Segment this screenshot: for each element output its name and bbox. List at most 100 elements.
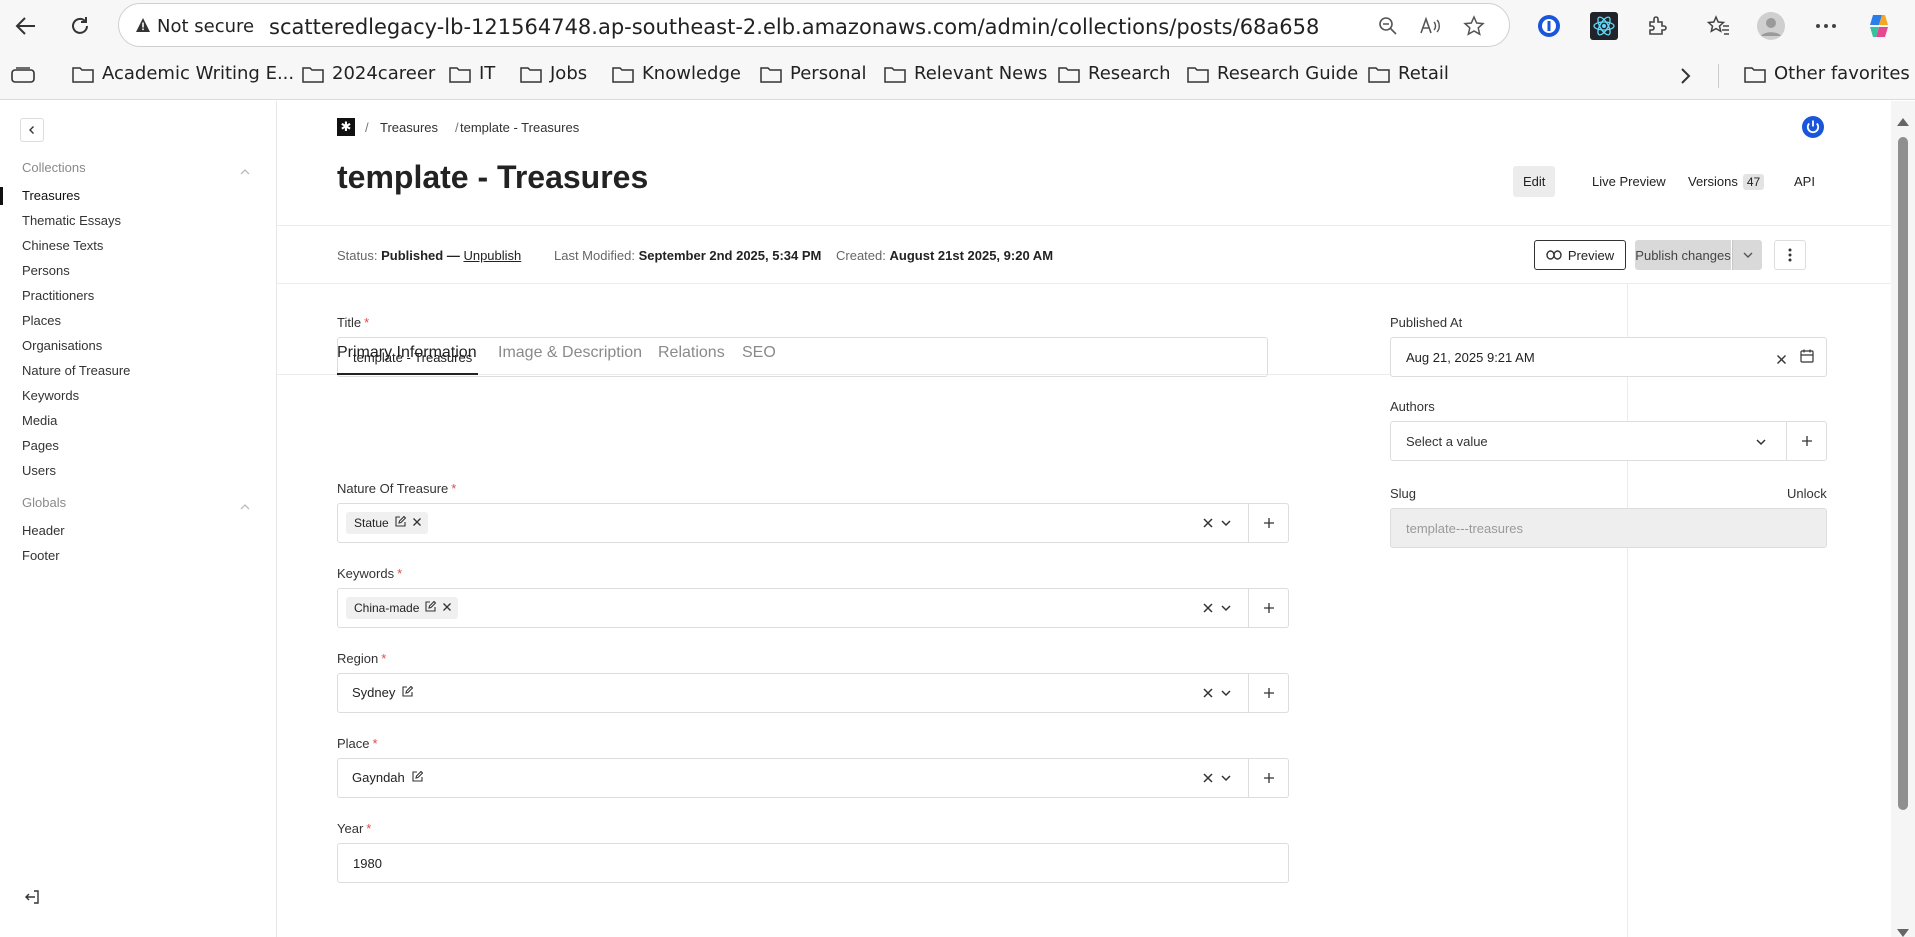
clear-icon[interactable] [1776,352,1787,370]
scroll-up-arrow-icon[interactable] [1897,113,1909,131]
clear-icon[interactable] [1202,686,1214,704]
tab-primary-information[interactable]: Primary Information [337,344,477,362]
sidebar-item-keywords[interactable]: Keywords [22,388,79,403]
extensions-icon[interactable] [1641,9,1675,43]
preview-button[interactable]: Preview [1534,240,1626,270]
breadcrumb-treasures[interactable]: Treasures [380,120,438,135]
favorites-icon[interactable] [1702,9,1736,43]
bookmark-label: Research [1088,63,1171,84]
sidebar-item-media[interactable]: Media [22,413,57,428]
password-manager-icon[interactable] [1532,9,1566,43]
sidebar-item-users[interactable]: Users [22,463,56,478]
year-input[interactable]: 1980 [337,843,1289,883]
sidebar-item-persons[interactable]: Persons [22,263,70,278]
publish-changes-button[interactable]: Publish changes [1635,240,1731,270]
chevron-down-icon[interactable] [1220,686,1232,704]
sidebar-item-chinese-texts[interactable]: Chinese Texts [22,238,103,253]
sidebar-item-thematic-essays[interactable]: Thematic Essays [22,213,121,228]
more-options-icon[interactable] [1809,9,1843,43]
read-aloud-icon[interactable] [1418,14,1442,38]
tab-versions[interactable]: Versions 47 [1678,166,1774,197]
bookmark-folder[interactable]: Academic Writing E... [72,63,294,84]
add-new-button[interactable] [1248,759,1288,797]
published-at-datepicker[interactable]: Aug 21, 2025 9:21 AM [1390,337,1827,377]
profile-avatar-icon[interactable] [1754,9,1788,43]
chevron-down-icon[interactable] [1220,771,1232,789]
nature-of-treasure-select[interactable]: Statue [337,503,1289,543]
sidebar-item-nature-of-treasure[interactable]: Nature of Treasure [22,363,130,378]
collections-icon[interactable] [11,67,35,90]
add-new-button[interactable] [1248,504,1288,542]
remove-icon[interactable] [412,516,422,530]
sidebar-item-practitioners[interactable]: Practitioners [22,288,94,303]
sidebar-item-pages[interactable]: Pages [22,438,59,453]
edit-icon[interactable] [395,515,406,530]
address-bar[interactable]: Not secure scatteredlegacy-lb-121564748.… [118,3,1510,47]
other-favorites-folder[interactable]: Other favorites [1744,63,1910,84]
scrollbar-thumb[interactable] [1898,137,1908,810]
chevron-up-icon[interactable] [240,498,250,516]
chevron-right-icon[interactable] [1680,67,1692,90]
sidebar-item-treasures[interactable]: Treasures [22,188,80,203]
react-devtools-icon[interactable] [1587,9,1621,43]
bookmark-folder[interactable]: 2024career [302,63,435,84]
logout-icon[interactable] [24,889,40,910]
bookmark-folder[interactable]: Retail [1368,63,1449,84]
logo-icon[interactable]: ✱ [337,118,355,136]
add-new-button[interactable] [1248,589,1288,627]
tab-api[interactable]: API [1784,166,1825,197]
favorite-star-icon[interactable] [1462,14,1486,38]
edit-icon[interactable] [402,685,414,700]
tab-seo[interactable]: SEO [742,344,776,362]
tab-image-description[interactable]: Image & Description [498,344,642,362]
slug-input[interactable]: template---treasures [1390,508,1827,548]
place-select[interactable]: Gayndah [337,758,1289,798]
sidebar-item-organisations[interactable]: Organisations [22,338,102,353]
bookmark-folder[interactable]: Research [1058,63,1171,84]
calendar-icon[interactable] [1800,349,1814,368]
authors-select[interactable]: Select a value [1390,421,1827,461]
region-select[interactable]: Sydney [337,673,1289,713]
refresh-icon[interactable] [62,8,98,44]
power-icon[interactable] [1801,115,1825,144]
edit-icon[interactable] [412,770,424,785]
add-author-button[interactable] [1786,422,1826,460]
bookmark-folder[interactable]: Jobs [520,63,587,84]
keywords-select[interactable]: China-made [337,588,1289,628]
tab-edit[interactable]: Edit [1513,166,1556,197]
remove-icon[interactable] [442,601,452,615]
publish-options-dropdown[interactable] [1732,240,1762,270]
slug-unlock-button[interactable]: Unlock [1787,486,1827,501]
tab-live-preview[interactable]: Live Preview [1582,166,1676,197]
scroll-down-arrow-icon[interactable] [1897,924,1909,937]
unpublish-link[interactable]: Unpublish [463,248,521,263]
bookmark-folder[interactable]: Research Guide [1187,63,1358,84]
zoom-icon[interactable] [1376,14,1400,38]
globals-group-label[interactable]: Globals [22,495,66,510]
page-scrollbar[interactable] [1891,101,1915,937]
url-text[interactable]: scatteredlegacy-lb-121564748.ap-southeas… [269,15,1319,39]
edit-icon[interactable] [425,600,437,615]
clear-icon[interactable] [1202,771,1214,789]
bookmark-folder[interactable]: IT [449,63,495,84]
more-actions-button[interactable] [1774,240,1806,270]
chevron-down-icon[interactable] [1220,516,1232,534]
copilot-icon[interactable] [1862,9,1896,43]
collapse-sidebar-button[interactable] [20,118,44,142]
clear-icon[interactable] [1202,516,1214,534]
bookmark-folder[interactable]: Relevant News [884,63,1047,84]
bookmark-folder[interactable]: Knowledge [612,63,741,84]
chevron-down-icon[interactable] [1755,435,1767,453]
chevron-down-icon[interactable] [1220,601,1232,619]
chevron-up-icon[interactable] [240,163,250,181]
back-icon[interactable] [8,8,44,44]
collections-group-label[interactable]: Collections [22,160,86,175]
add-new-button[interactable] [1248,674,1288,712]
bookmark-folder[interactable]: Personal [760,63,867,84]
sidebar-item-footer[interactable]: Footer [22,548,60,563]
sidebar-item-places[interactable]: Places [22,313,61,328]
security-label[interactable]: Not secure [157,16,254,37]
clear-icon[interactable] [1202,601,1214,619]
tab-relations[interactable]: Relations [658,344,725,362]
sidebar-item-header[interactable]: Header [22,523,65,538]
